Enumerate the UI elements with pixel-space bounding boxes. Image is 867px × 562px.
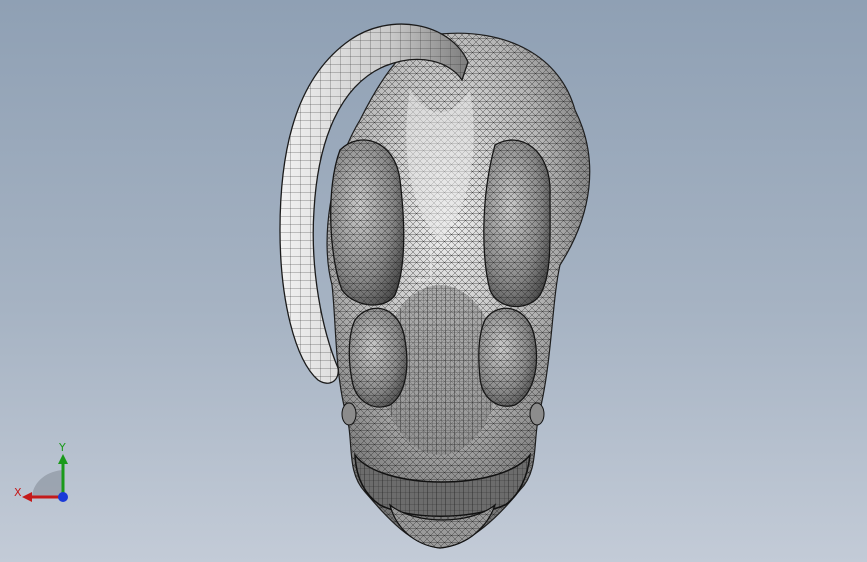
reference-triad: Y X — [10, 440, 80, 510]
y-axis-label: Y — [59, 441, 66, 454]
triad-axes-icon — [22, 454, 68, 502]
origin-marker-icon — [417, 248, 432, 282]
x-axis-label: X — [14, 486, 22, 499]
graphics-viewport[interactable]: Y X — [0, 0, 867, 562]
